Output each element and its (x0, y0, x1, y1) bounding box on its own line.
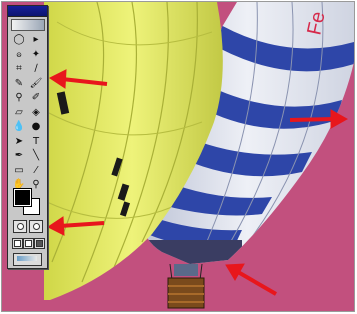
magic-wand-tool-icon[interactable]: ✦ (28, 48, 44, 62)
jump-to-image-ready-button[interactable] (13, 253, 42, 266)
move-tool-icon[interactable]: ▸ (28, 33, 44, 47)
full-screen-mode-button[interactable] (34, 238, 45, 249)
paint-bucket-tool-icon[interactable]: ◈ (28, 106, 44, 120)
brush-tool-icon[interactable]: 🖌 (28, 77, 44, 91)
marquee-tool-icon[interactable]: ◯ (11, 33, 27, 47)
palette-title-bar[interactable] (8, 6, 47, 17)
dodge-tool-icon[interactable]: ● (28, 120, 44, 134)
eraser-tool-icon[interactable]: ▱ (11, 106, 27, 120)
line-tool-icon[interactable]: ╲ (28, 149, 44, 163)
healing-brush-tool-icon[interactable]: ✎ (11, 77, 27, 91)
standard-screen-mode-button[interactable] (12, 238, 23, 249)
screenshot-frame: Fe ◯ ▸ ဓ ✦ ⌗ ∕ ✎ 🖌 ⚲ ✐ ▱ ◈ 💧 ● ➤ T ✒ ╲ ▭… (1, 1, 355, 312)
blur-tool-icon[interactable]: 💧 (11, 120, 27, 134)
standard-mode-button[interactable] (13, 220, 27, 233)
tools-palette: ◯ ▸ ဓ ✦ ⌗ ∕ ✎ 🖌 ⚲ ✐ ▱ ◈ 💧 ● ➤ T ✒ ╲ ▭ ⁄ ✋ ⚲ (7, 5, 48, 269)
type-tool-icon[interactable]: T (28, 135, 44, 149)
eyedropper-tool-icon[interactable]: ⁄ (28, 164, 44, 178)
foreground-color-swatch[interactable] (13, 188, 32, 207)
lasso-tool-icon[interactable]: ဓ (11, 48, 27, 62)
clone-stamp-tool-icon[interactable]: ⚲ (11, 91, 27, 105)
notes-tool-icon[interactable]: ▭ (11, 164, 27, 178)
app-logo-icon[interactable] (11, 19, 45, 31)
quick-mask-mode-button[interactable] (29, 220, 43, 233)
path-selection-tool-icon[interactable]: ➤ (11, 135, 27, 149)
pen-tool-icon[interactable]: ✒ (11, 149, 27, 163)
document-canvas[interactable]: Fe (2, 2, 354, 311)
slice-tool-icon[interactable]: ∕ (28, 62, 44, 76)
full-screen-menu-mode-button[interactable] (23, 238, 34, 249)
history-brush-tool-icon[interactable]: ✐ (28, 91, 44, 105)
crop-tool-icon[interactable]: ⌗ (11, 62, 27, 76)
